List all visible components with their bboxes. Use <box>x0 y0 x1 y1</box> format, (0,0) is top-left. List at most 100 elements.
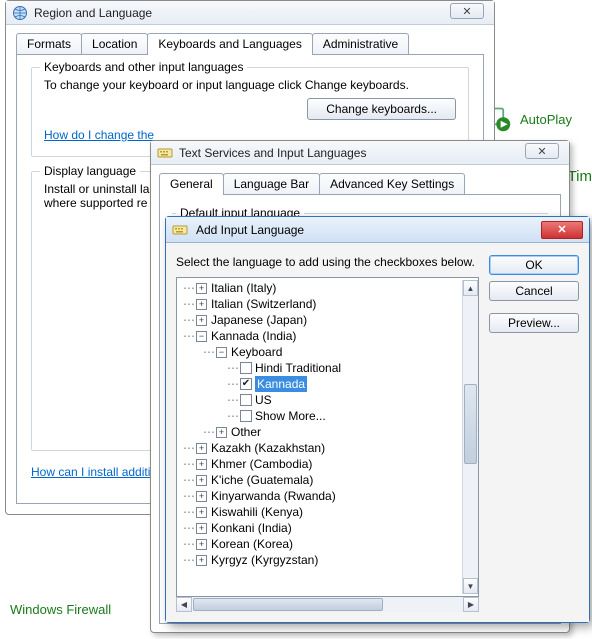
tree-lang-item[interactable]: ⋯+Japanese (Japan) <box>179 312 462 328</box>
expand-icon[interactable]: + <box>196 491 207 502</box>
expand-icon[interactable]: + <box>196 523 207 534</box>
addlang-instruction: Select the language to add using the che… <box>176 255 479 269</box>
preview-button[interactable]: Preview... <box>489 313 579 333</box>
vertical-scrollbar[interactable]: ▲ ▼ <box>462 280 478 594</box>
close-button[interactable]: ✕ <box>450 3 484 19</box>
tree-lang-item[interactable]: ⋯−Kannada (India) <box>179 328 462 344</box>
expand-icon[interactable]: + <box>196 507 207 518</box>
tab-administrative[interactable]: Administrative <box>312 33 409 54</box>
expand-icon[interactable]: − <box>216 347 227 358</box>
scroll-right-arrow[interactable]: ▶ <box>463 597 479 612</box>
addlang-body: Select the language to add using the che… <box>166 243 589 622</box>
tree-label: Khmer (Cambodia) <box>211 456 312 472</box>
expand-icon[interactable]: + <box>196 283 207 294</box>
how-install-link[interactable]: How can I install additi <box>31 465 150 479</box>
tab-formats[interactable]: Formats <box>16 33 82 54</box>
tree-label: Konkani (India) <box>211 520 292 536</box>
time-fragment: Tim <box>568 168 592 185</box>
tree-label: Kazakh (Kazakhstan) <box>211 440 325 456</box>
expand-icon[interactable]: − <box>196 331 207 342</box>
change-keyboards-button[interactable]: Change keyboards... <box>307 98 456 120</box>
tab-keyboards-languages[interactable]: Keyboards and Languages <box>147 33 312 55</box>
tree-label: Korean (Korea) <box>211 536 293 552</box>
textsvc-titlebar[interactable]: Text Services and Input Languages ✕ <box>151 141 569 165</box>
tree-label: Italian (Italy) <box>211 280 276 296</box>
tree-other-node[interactable]: ⋯+ Other <box>179 424 462 440</box>
tree-keyboard-option[interactable]: ⋯✔Kannada <box>179 376 462 392</box>
tree-line-icon: ⋯ <box>183 536 194 552</box>
tree-line-icon: ⋯ <box>183 440 194 456</box>
cancel-button[interactable]: Cancel <box>489 281 579 301</box>
tree-line-icon: ⋯ <box>183 280 194 296</box>
tree-lang-item[interactable]: ⋯+ Kinyarwanda (Rwanda) <box>179 488 462 504</box>
region-title: Region and Language <box>34 6 152 20</box>
tree-label: Kannada <box>255 376 307 392</box>
tab-language-bar[interactable]: Language Bar <box>223 173 320 194</box>
tree-keyboard-option[interactable]: ⋯Show More... <box>179 408 462 424</box>
ok-button[interactable]: OK <box>489 255 579 275</box>
expand-icon[interactable]: + <box>196 475 207 486</box>
globe-icon <box>12 5 28 21</box>
tree-line-icon: ⋯ <box>183 520 194 536</box>
scroll-down-arrow[interactable]: ▼ <box>463 578 478 594</box>
horizontal-scrollbar[interactable]: ◀ ▶ <box>176 596 479 612</box>
expand-icon[interactable]: + <box>196 459 207 470</box>
tab-location[interactable]: Location <box>81 33 148 54</box>
display-language-group-label: Display language <box>40 164 140 178</box>
tree-line-icon: ⋯ <box>183 296 194 312</box>
tree-keyboard-node[interactable]: ⋯−Keyboard <box>179 344 462 360</box>
tree-lang-item[interactable]: ⋯+ Italian (Italy) <box>179 280 462 296</box>
tree-line-icon: ⋯ <box>203 424 214 440</box>
expand-icon[interactable]: + <box>216 427 227 438</box>
checkbox[interactable] <box>240 394 252 406</box>
tree-lang-item[interactable]: ⋯+K'iche (Guatemala) <box>179 472 462 488</box>
checkbox[interactable] <box>240 362 252 374</box>
textsvc-tabs: General Language Bar Advanced Key Settin… <box>151 165 569 194</box>
tab-advanced-key[interactable]: Advanced Key Settings <box>319 173 465 194</box>
scroll-up-arrow[interactable]: ▲ <box>463 280 478 296</box>
addlang-titlebar[interactable]: Add Input Language ✕ <box>166 217 589 243</box>
autoplay-link[interactable]: AutoPlay <box>484 105 572 133</box>
expand-icon[interactable]: + <box>196 443 207 454</box>
scroll-left-arrow[interactable]: ◀ <box>176 597 192 612</box>
tree-label: Hindi Traditional <box>255 360 341 376</box>
expand-icon[interactable]: + <box>196 555 207 566</box>
keyboards-group-text: To change your keyboard or input languag… <box>44 78 456 92</box>
language-tree[interactable]: ⋯+Italian (Italy)⋯+Italian (Switzerland)… <box>176 277 479 597</box>
region-titlebar[interactable]: Region and Language ✕ <box>6 1 494 25</box>
expand-icon[interactable]: + <box>196 539 207 550</box>
tree-line-icon: ⋯ <box>227 392 238 408</box>
region-tabs: Formats Location Keyboards and Languages… <box>6 25 494 54</box>
close-button[interactable]: ✕ <box>541 221 583 239</box>
close-button[interactable]: ✕ <box>525 143 559 159</box>
tree-keyboard-option[interactable]: ⋯Hindi Traditional <box>179 360 462 376</box>
expand-icon[interactable]: + <box>196 315 207 326</box>
tab-general[interactable]: General <box>159 173 224 195</box>
scroll-thumb[interactable] <box>193 598 383 611</box>
tree-lang-item[interactable]: ⋯+ Kazakh (Kazakhstan) <box>179 440 462 456</box>
tree-lang-item[interactable]: ⋯+ Italian (Switzerland) <box>179 296 462 312</box>
how-change-link[interactable]: How do I change the <box>44 128 154 142</box>
checkbox[interactable] <box>240 410 252 422</box>
close-icon: ✕ <box>462 5 471 18</box>
tree-label: Keyboard <box>231 344 282 360</box>
firewall-link[interactable]: Windows Firewall <box>10 602 111 617</box>
close-icon: ✕ <box>557 223 566 236</box>
tree-line-icon: ⋯ <box>227 408 238 424</box>
checkbox[interactable]: ✔ <box>240 378 252 390</box>
tree-keyboard-option[interactable]: ⋯US <box>179 392 462 408</box>
tree-line-icon: ⋯ <box>183 552 194 568</box>
tree-label: Kinyarwanda (Rwanda) <box>211 488 336 504</box>
default-input-section: Default input language <box>172 213 548 214</box>
tree-label: Italian (Switzerland) <box>211 296 316 312</box>
tree-lang-item[interactable]: ⋯+Khmer (Cambodia) <box>179 456 462 472</box>
tree-lang-item[interactable]: ⋯+ Korean (Korea) <box>179 536 462 552</box>
expand-icon[interactable]: + <box>196 299 207 310</box>
tree-lang-item[interactable]: ⋯+Kiswahili (Kenya) <box>179 504 462 520</box>
tree-label: Other <box>231 424 261 440</box>
tree-lang-item[interactable]: ⋯+ Konkani (India) <box>179 520 462 536</box>
keyboard-icon <box>172 222 188 238</box>
tree-line-icon: ⋯ <box>183 488 194 504</box>
tree-lang-item[interactable]: ⋯+Kyrgyz (Kyrgyzstan) <box>179 552 462 568</box>
scroll-thumb[interactable] <box>464 384 477 464</box>
